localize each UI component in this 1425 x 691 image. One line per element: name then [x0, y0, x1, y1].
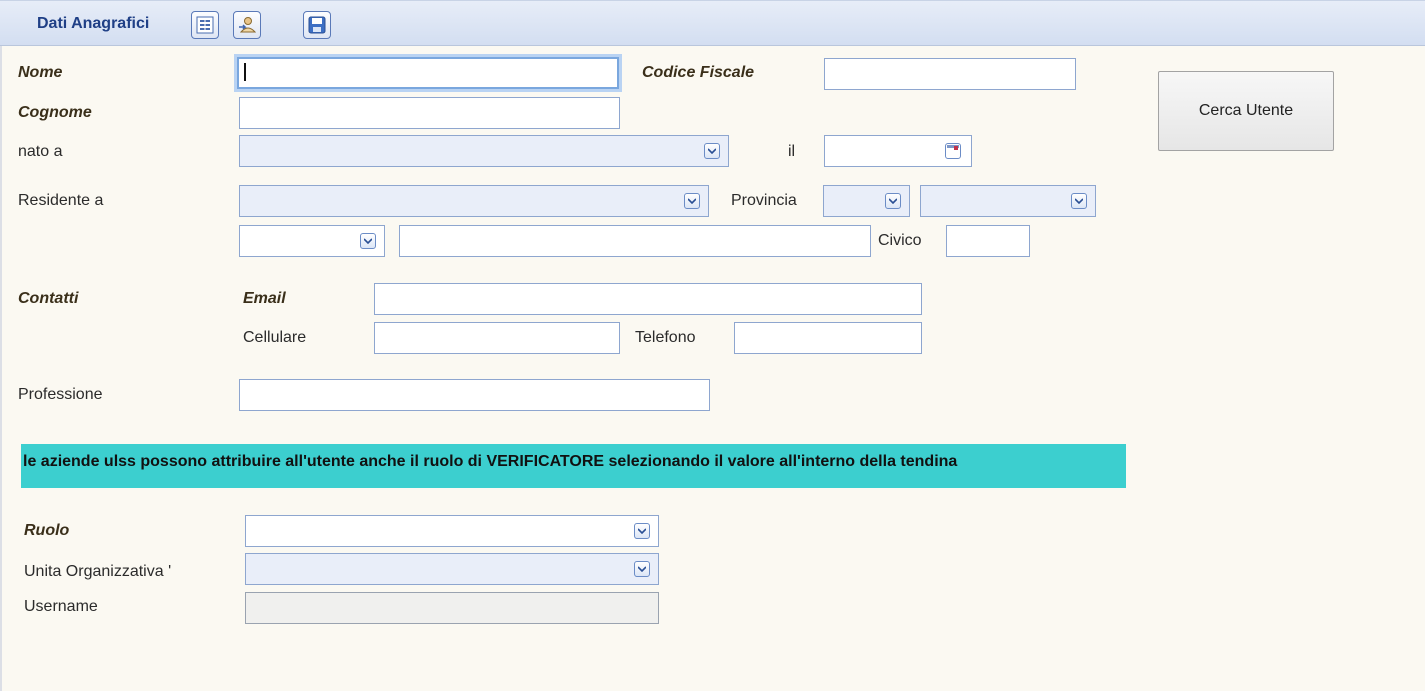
chevron-down-icon[interactable] — [360, 233, 376, 249]
info-banner-text: le aziende ulss possono attribuire all'u… — [23, 453, 958, 470]
il-label: il — [788, 143, 796, 160]
save-icon — [308, 16, 326, 34]
telefono-input[interactable] — [734, 322, 922, 354]
cognome-label: Cognome — [18, 104, 92, 121]
comune-select[interactable] — [920, 185, 1096, 217]
codice-fiscale-label: Codice Fiscale — [642, 64, 755, 81]
residente-select[interactable] — [239, 185, 709, 217]
nato-a-label: nato a — [18, 143, 63, 160]
chevron-down-icon[interactable] — [885, 193, 901, 209]
ruolo-label: Ruolo — [24, 522, 70, 539]
info-banner: le aziende ulss possono attribuire all'u… — [21, 444, 1126, 488]
unita-organizzativa-select[interactable] — [245, 553, 659, 585]
list-view-button[interactable] — [191, 11, 219, 39]
indirizzo-input[interactable] — [399, 225, 871, 257]
codice-fiscale-input[interactable] — [824, 58, 1076, 90]
residente-label: Residente a — [18, 192, 104, 209]
left-border — [0, 0, 2, 691]
chevron-down-icon[interactable] — [634, 561, 650, 577]
cellulare-label: Cellulare — [243, 329, 307, 346]
provincia-label: Provincia — [731, 192, 797, 209]
list-icon — [196, 16, 214, 34]
cellulare-input[interactable] — [374, 322, 620, 354]
provincia-select[interactable] — [823, 185, 910, 217]
text-cursor — [244, 63, 246, 81]
username-input — [245, 592, 659, 624]
civico-label: Civico — [878, 232, 922, 249]
nome-input[interactable] — [237, 57, 619, 89]
email-input[interactable] — [374, 283, 922, 315]
chevron-down-icon[interactable] — [634, 523, 650, 539]
chevron-down-icon[interactable] — [1071, 193, 1087, 209]
tipo-via-select[interactable] — [239, 225, 385, 257]
telefono-label: Telefono — [635, 329, 696, 346]
toolbar-title: Dati Anagrafici — [37, 15, 150, 32]
user-edit-icon — [239, 17, 257, 33]
ruolo-select[interactable] — [245, 515, 659, 547]
save-button[interactable] — [303, 11, 331, 39]
professione-input[interactable] — [239, 379, 710, 411]
cognome-input[interactable] — [239, 97, 620, 129]
email-label: Email — [243, 290, 286, 307]
user-edit-button[interactable] — [233, 11, 261, 39]
cerca-utente-button[interactable]: Cerca Utente — [1158, 71, 1334, 151]
contatti-label: Contatti — [18, 290, 79, 307]
nome-label: Nome — [18, 64, 63, 81]
calendar-icon[interactable] — [945, 143, 961, 159]
data-nascita-input[interactable] — [824, 135, 972, 167]
chevron-down-icon[interactable] — [704, 143, 720, 159]
unita-organizzativa-label: Unita Organizzativa ' — [24, 563, 172, 580]
username-label: Username — [24, 598, 98, 615]
professione-label: Professione — [18, 386, 103, 403]
toolbar: Dati Anagrafici — [0, 0, 1425, 46]
civico-input[interactable] — [946, 225, 1030, 257]
chevron-down-icon[interactable] — [684, 193, 700, 209]
nato-a-select[interactable] — [239, 135, 729, 167]
